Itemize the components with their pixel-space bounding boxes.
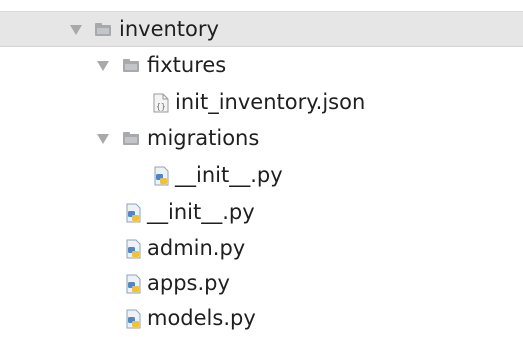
- folder-icon: [95, 23, 111, 36]
- tree-item-migrations-init-py[interactable]: __init__.py: [0, 158, 523, 194]
- tree-item-label: admin.py: [147, 236, 246, 260]
- tree-item-label: fixtures: [147, 53, 227, 77]
- tree-item-label: __init__.py: [175, 163, 283, 187]
- tree-item-fixtures[interactable]: fixtures: [0, 48, 523, 84]
- tree-item-models-py[interactable]: models.py: [0, 301, 523, 337]
- python-file-icon: [126, 274, 141, 294]
- project-tree: inventory fixtures {} init_inventory.jso…: [0, 0, 523, 334]
- expand-arrow-icon[interactable]: [97, 61, 109, 71]
- python-file-icon: [126, 203, 141, 223]
- json-file-icon: {}: [153, 93, 169, 113]
- tree-item-migrations[interactable]: migrations: [0, 121, 523, 157]
- tree-item-apps-py[interactable]: apps.py: [0, 266, 523, 302]
- python-file-icon: [126, 239, 141, 259]
- folder-icon: [123, 132, 139, 145]
- tree-item-label: init_inventory.json: [175, 90, 366, 114]
- tree-item-inventory[interactable]: inventory: [0, 11, 523, 47]
- tree-item-label: __init__.py: [147, 200, 255, 224]
- expand-arrow-icon[interactable]: [70, 25, 82, 35]
- svg-text:{}: {}: [156, 102, 166, 111]
- tree-item-init-inventory-json[interactable]: {} init_inventory.json: [0, 85, 523, 121]
- tree-item-label: migrations: [147, 126, 260, 150]
- python-file-icon: [126, 309, 141, 329]
- tree-item-label: models.py: [147, 306, 256, 330]
- folder-icon: [123, 59, 139, 72]
- tree-item-init-py[interactable]: __init__.py: [0, 195, 523, 231]
- tree-item-label: inventory: [119, 17, 219, 41]
- python-file-icon: [154, 166, 169, 186]
- tree-item-admin-py[interactable]: admin.py: [0, 231, 523, 267]
- expand-arrow-icon[interactable]: [97, 134, 109, 144]
- tree-item-label: apps.py: [147, 271, 230, 295]
